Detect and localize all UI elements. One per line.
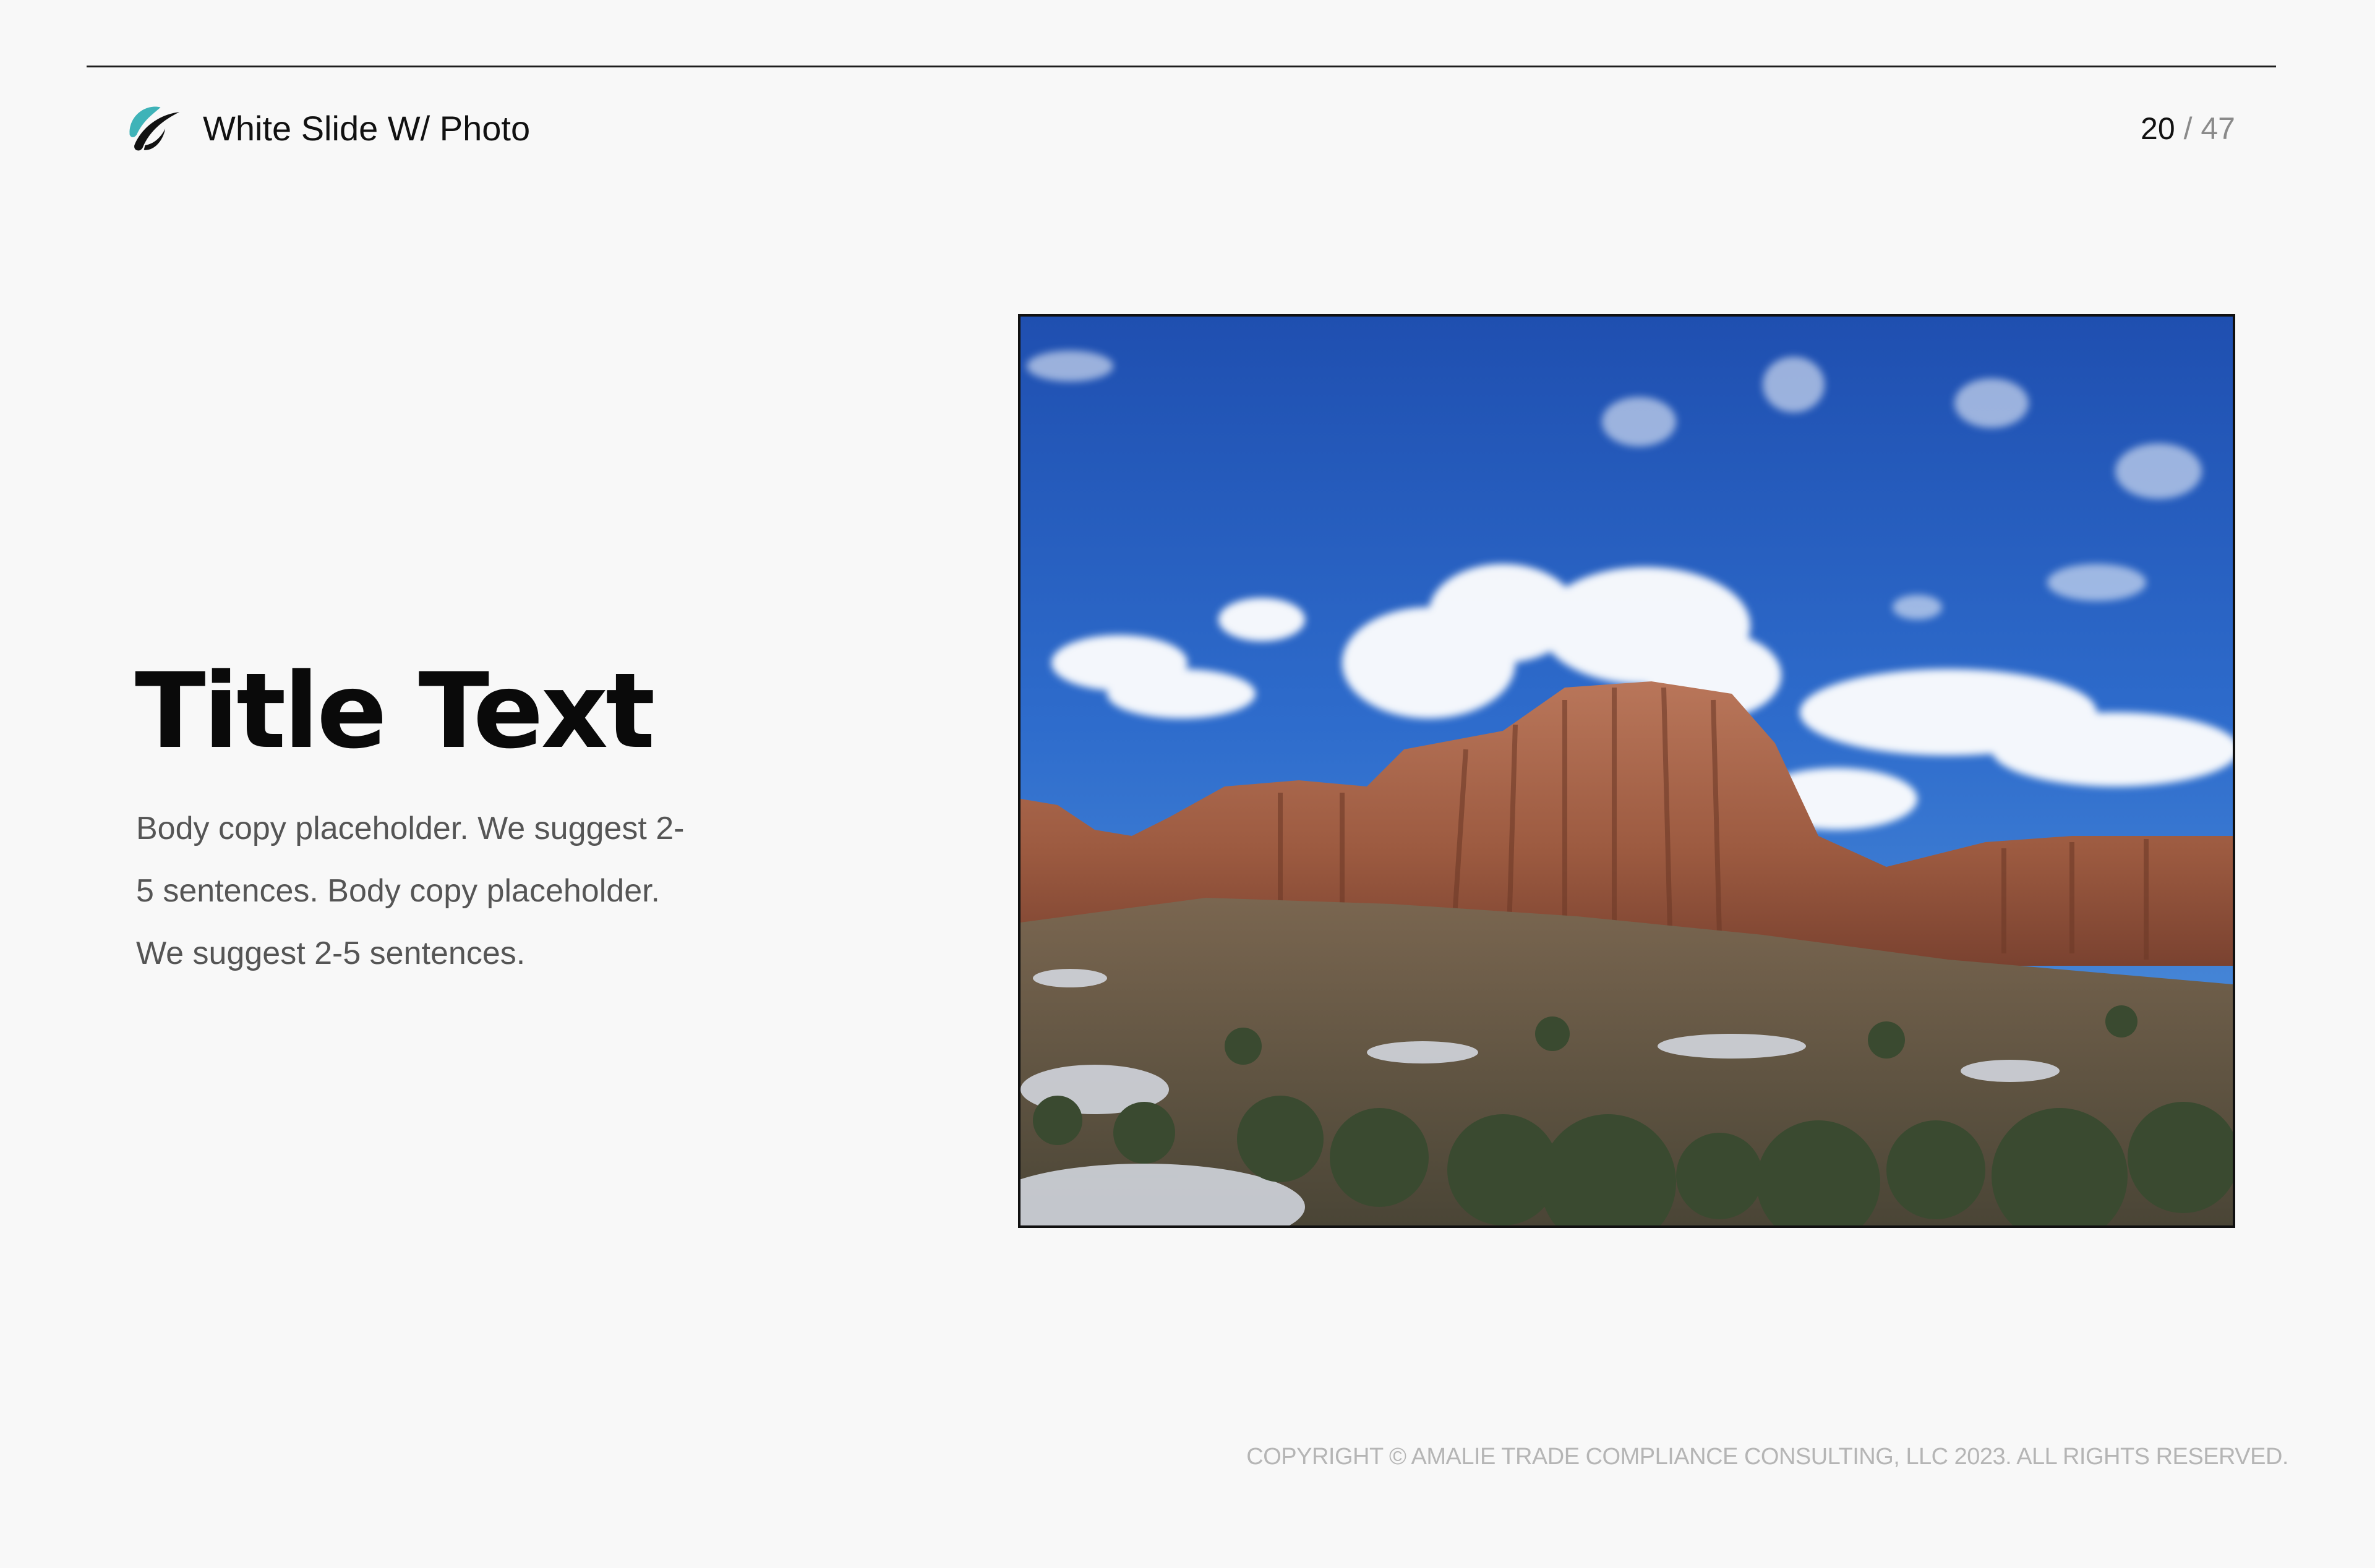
slide-body-copy: Body copy placeholder. We suggest 2-5 se… <box>136 811 685 971</box>
page-separator: / <box>2183 111 2193 146</box>
current-page-number: 20 <box>2141 111 2175 146</box>
copyright-notice: COPYRIGHT © AMALIE TRADE COMPLIANCE CONS… <box>1246 1444 2288 1470</box>
mesa-landscape-image <box>1021 317 2233 1225</box>
total-pages-number: 47 <box>2201 111 2235 146</box>
landscape-photo <box>1018 314 2235 1228</box>
slide-header-title: White Slide W/ Photo <box>203 109 531 148</box>
slide-title: Title Text <box>135 650 655 772</box>
header-divider <box>87 66 2276 67</box>
company-logo-icon <box>124 99 183 158</box>
page-counter: 20 / 47 <box>2141 104 2235 153</box>
